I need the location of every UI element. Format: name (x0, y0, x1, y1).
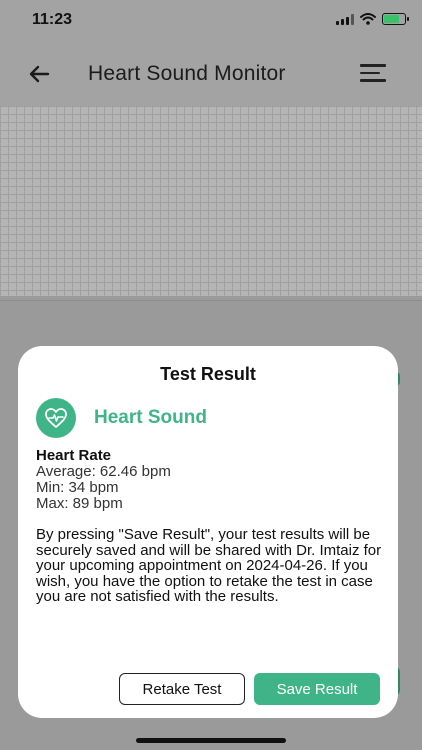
save-notice-text: By pressing "Save Result", your test res… (36, 526, 382, 606)
heart-sound-label: Heart Sound (94, 407, 207, 428)
heart-rate-summary: Heart Rate Average: 62.46 bpm Min: 34 bp… (36, 448, 171, 512)
save-result-button[interactable]: Save Result (254, 673, 380, 705)
heart-rate-average: Average: 62.46 bpm (36, 463, 171, 480)
status-time: 11:23 (32, 11, 73, 28)
page-title: Heart Sound Monitor (88, 62, 286, 85)
wifi-icon (360, 13, 376, 25)
menu-icon[interactable] (360, 64, 386, 86)
waveform-grid (0, 106, 422, 296)
test-result-dialog: Test Result Heart Sound Heart Rate Avera… (18, 346, 398, 718)
battery-icon (382, 13, 409, 25)
heart-sound-header: Heart Sound (36, 398, 207, 438)
dialog-title: Test Result (160, 364, 256, 384)
home-indicator[interactable] (136, 738, 286, 743)
status-icons (336, 13, 409, 25)
divider (0, 300, 422, 301)
arrow-left-icon[interactable] (26, 60, 54, 88)
heart-rate-title: Heart Rate (36, 447, 112, 464)
status-bar: 11:23 (0, 0, 422, 42)
heart-rate-min: Min: 34 bpm (36, 479, 119, 496)
heart-pulse-icon (36, 398, 76, 438)
heart-rate-max: Max: 89 bpm (36, 495, 123, 512)
signal-icon (336, 13, 354, 25)
retake-test-button[interactable]: Retake Test (119, 673, 245, 705)
app-bar: Heart Sound Monitor (0, 42, 422, 106)
